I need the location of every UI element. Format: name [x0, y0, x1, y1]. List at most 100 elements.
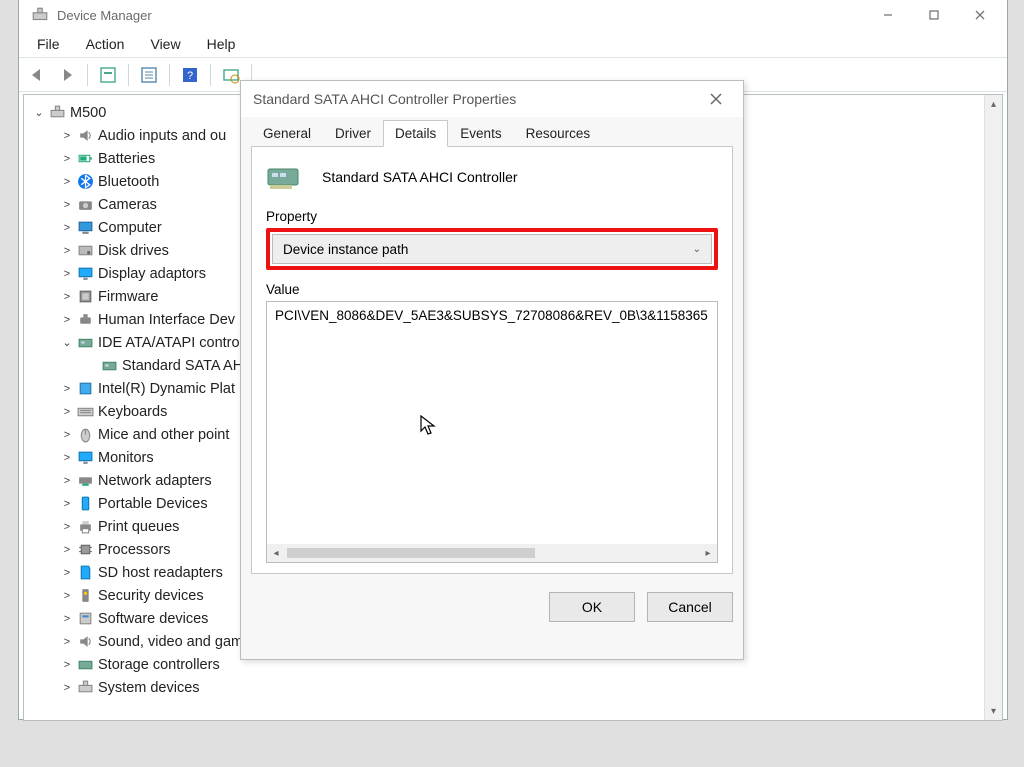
cancel-button[interactable]: Cancel: [647, 592, 733, 622]
audio-icon: [76, 633, 94, 651]
security-icon: [76, 587, 94, 605]
property-selected: Device instance path: [283, 242, 408, 257]
toolbar-sep: [87, 64, 88, 86]
expand-icon[interactable]: >: [60, 452, 74, 464]
expand-icon[interactable]: >: [60, 291, 74, 303]
show-hidden-button[interactable]: [96, 63, 120, 87]
property-highlight: Device instance path ⌄: [266, 228, 718, 270]
scroll-right-icon[interactable]: ▸: [699, 548, 717, 559]
app-title: Device Manager: [57, 8, 865, 23]
menubar: File Action View Help: [19, 30, 1007, 58]
device-card-icon: [266, 161, 306, 193]
computer-icon: [76, 219, 94, 237]
app-icon: [31, 6, 49, 24]
tree-label: Keyboards: [98, 404, 167, 420]
menu-file[interactable]: File: [25, 33, 72, 55]
tree-label: Bluetooth: [98, 174, 159, 190]
property-dropdown[interactable]: Device instance path ⌄: [272, 234, 712, 264]
scroll-thumb[interactable]: [287, 548, 535, 558]
ide-icon: [100, 357, 118, 375]
disk-icon: [76, 242, 94, 260]
cursor-icon: [420, 415, 438, 437]
tree-label: Portable Devices: [98, 496, 208, 512]
tree-label: Display adaptors: [98, 266, 206, 282]
help-button[interactable]: ?: [178, 63, 202, 87]
menu-help[interactable]: Help: [195, 33, 248, 55]
value-listbox[interactable]: PCI\VEN_8086&DEV_5AE3&SUBSYS_72708086&RE…: [266, 301, 718, 563]
tab-general[interactable]: General: [251, 120, 323, 146]
forward-button[interactable]: [55, 63, 79, 87]
ok-button[interactable]: OK: [549, 592, 635, 622]
tab-driver[interactable]: Driver: [323, 120, 383, 146]
tree-label: SD host readapters: [98, 565, 223, 581]
toolbar-sep: [169, 64, 170, 86]
bluetooth-icon: [76, 173, 94, 191]
expand-icon[interactable]: >: [60, 245, 74, 257]
expand-icon[interactable]: >: [60, 314, 74, 326]
scroll-up-icon[interactable]: ▴: [985, 95, 1002, 113]
monitor-icon: [76, 449, 94, 467]
expand-icon[interactable]: >: [60, 682, 74, 694]
back-button[interactable]: [25, 63, 49, 87]
expand-icon[interactable]: >: [60, 176, 74, 188]
expand-icon[interactable]: >: [60, 383, 74, 395]
software-icon: [76, 610, 94, 628]
value-text[interactable]: PCI\VEN_8086&DEV_5AE3&SUBSYS_72708086&RE…: [275, 308, 709, 323]
scroll-left-icon[interactable]: ◂: [267, 548, 285, 559]
tab-events[interactable]: Events: [448, 120, 513, 146]
expand-icon[interactable]: >: [60, 199, 74, 211]
expand-icon[interactable]: >: [60, 636, 74, 648]
expand-icon[interactable]: >: [60, 613, 74, 625]
tree-label: Disk drives: [98, 243, 169, 259]
value-hscrollbar[interactable]: ◂ ▸: [267, 544, 717, 562]
keyboard-icon: [76, 403, 94, 421]
expand-icon[interactable]: >: [60, 498, 74, 510]
tree-item[interactable]: >System devices: [28, 676, 998, 699]
expand-icon[interactable]: >: [60, 521, 74, 533]
expand-icon[interactable]: >: [60, 130, 74, 142]
storage-icon: [76, 656, 94, 674]
scroll-down-icon[interactable]: ▾: [985, 702, 1002, 720]
close-button[interactable]: [957, 0, 1003, 30]
expand-icon[interactable]: >: [60, 544, 74, 556]
menu-view[interactable]: View: [138, 33, 192, 55]
expand-icon[interactable]: >: [60, 567, 74, 579]
tree-label: Audio inputs and ou: [98, 128, 226, 144]
close-icon[interactable]: [701, 84, 731, 114]
tree-label: Processors: [98, 542, 171, 558]
expand-icon[interactable]: >: [60, 406, 74, 418]
tree-label: Cameras: [98, 197, 157, 213]
expand-icon[interactable]: >: [60, 222, 74, 234]
properties-dialog: Standard SATA AHCI Controller Properties…: [240, 80, 744, 660]
expand-icon[interactable]: >: [60, 590, 74, 602]
tree-label: Security devices: [98, 588, 204, 604]
display-icon: [76, 265, 94, 283]
expand-icon[interactable]: >: [60, 153, 74, 165]
tree-scrollbar[interactable]: ▴ ▾: [984, 95, 1002, 720]
tab-details[interactable]: Details: [383, 120, 448, 147]
expand-icon[interactable]: ⌄: [32, 106, 46, 119]
expand-icon[interactable]: ⌄: [60, 336, 74, 349]
toolbar-sep: [210, 64, 211, 86]
property-label: Property: [266, 209, 718, 224]
tree-label: Storage controllers: [98, 657, 220, 673]
maximize-button[interactable]: [911, 0, 957, 30]
mouse-icon: [76, 426, 94, 444]
expand-icon[interactable]: >: [60, 659, 74, 671]
tabs-row: General Driver Details Events Resources: [241, 119, 743, 146]
properties-button[interactable]: [137, 63, 161, 87]
expand-icon[interactable]: >: [60, 429, 74, 441]
audio-icon: [76, 127, 94, 145]
expand-icon[interactable]: >: [60, 268, 74, 280]
hid-icon: [76, 311, 94, 329]
menu-action[interactable]: Action: [74, 33, 137, 55]
minimize-button[interactable]: [865, 0, 911, 30]
cpu-icon: [76, 541, 94, 559]
tree-label: Print queues: [98, 519, 179, 535]
ide-icon: [76, 334, 94, 352]
tab-resources[interactable]: Resources: [514, 120, 603, 146]
expand-icon[interactable]: >: [60, 475, 74, 487]
tree-label: M500: [70, 105, 106, 121]
scroll-track[interactable]: [985, 113, 1002, 702]
chevron-down-icon: ⌄: [693, 244, 701, 255]
